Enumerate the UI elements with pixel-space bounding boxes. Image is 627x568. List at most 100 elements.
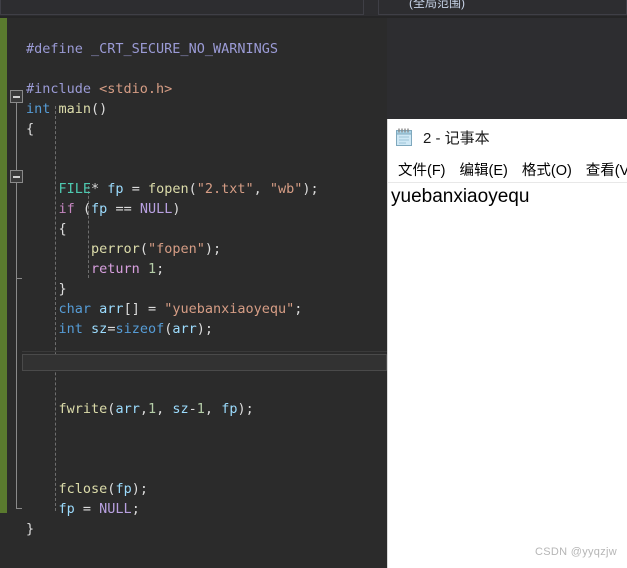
code-line: return 1;	[26, 259, 387, 279]
scope-dropdown-value: (全局范围)	[409, 0, 465, 10]
code-token: ()	[91, 101, 108, 117]
notepad-menu-item-1[interactable]: 编辑(E)	[453, 159, 515, 180]
code-line: int sz=sizeof(arr);	[26, 319, 387, 339]
notepad-icon	[394, 127, 415, 148]
code-token: fp	[91, 201, 108, 217]
code-token: ==	[107, 201, 140, 217]
code-token: fp	[58, 501, 75, 517]
code-token: }	[58, 281, 67, 297]
code-token: =	[74, 501, 100, 517]
code-token: "fopen"	[147, 241, 205, 257]
code-token: return	[91, 261, 140, 277]
notepad-menu-item-3[interactable]: 查看(V	[579, 159, 627, 180]
notepad-menu-item-0[interactable]: 文件(F)	[391, 159, 453, 180]
outline-guide-main	[16, 103, 17, 508]
outlining-margin[interactable]	[7, 18, 26, 568]
code-token: perror	[91, 241, 140, 257]
notepad-menu-item-2[interactable]: 格式(O)	[515, 159, 579, 180]
code-token: fwrite	[58, 401, 108, 417]
code-token: *	[91, 181, 108, 197]
code-token: #include	[26, 81, 100, 97]
code-token: arr	[115, 401, 140, 417]
code-line: fp = NULL;	[26, 499, 387, 519]
code-token: ,	[139, 401, 148, 417]
code-text[interactable]: #define _CRT_SECURE_NO_WARNINGS #include…	[26, 18, 387, 568]
code-line: perror("fopen");	[26, 239, 387, 259]
code-token: 1	[147, 261, 157, 277]
code-token: );	[237, 401, 254, 417]
code-token: if	[58, 201, 75, 217]
code-token: int	[58, 321, 83, 337]
code-token: );	[204, 241, 222, 257]
code-line: {	[26, 219, 387, 239]
code-line: }	[26, 279, 387, 299]
code-token: int	[26, 101, 51, 117]
collapse-toggle-if[interactable]	[10, 170, 23, 183]
watermark: CSDN @yyqzjw	[535, 546, 617, 558]
code-token: 1	[147, 401, 157, 417]
code-line: if (fp == NULL)	[26, 199, 387, 219]
code-token: ;	[131, 501, 140, 517]
code-token: {	[58, 221, 67, 237]
code-token: fclose	[58, 481, 108, 497]
code-token: =	[123, 181, 148, 197]
code-line: FILE* fp = fopen("2.txt", "wb");	[26, 179, 387, 199]
code-token: {	[26, 121, 35, 137]
code-line: int main()	[26, 99, 387, 119]
toolbar-separator	[0, 16, 627, 18]
code-token: [] =	[123, 301, 165, 317]
notepad-menubar[interactable]: 文件(F) 编辑(E) 格式(O) 查看(V	[388, 156, 627, 182]
code-token: NULL	[99, 501, 132, 517]
code-token: ;	[294, 301, 303, 317]
code-token: fp	[107, 181, 124, 197]
code-token: "wb"	[269, 181, 303, 197]
code-token: sizeof	[115, 321, 165, 337]
code-token: }	[26, 521, 35, 537]
code-token: -	[188, 401, 197, 417]
code-token: fopen	[147, 181, 189, 197]
code-token: sz	[91, 321, 108, 337]
code-editor-surface[interactable]: #define _CRT_SECURE_NO_WARNINGS #include…	[0, 18, 387, 568]
notepad-text-area[interactable]: yuebanxiaoyequ	[388, 183, 627, 568]
member-dropdown[interactable]	[0, 0, 364, 15]
code-line: char arr[] = "yuebanxiaoyequ";	[26, 299, 387, 319]
code-token: NULL	[139, 201, 173, 217]
visual-studio-editor-window: #define _CRT_SECURE_NO_WARNINGS #include…	[0, 0, 627, 568]
code-token: ,	[156, 401, 173, 417]
code-token: fp	[115, 481, 132, 497]
code-line: fwrite(arr,1, sz-1, fp);	[26, 399, 387, 419]
notepad-window[interactable]: 2 - 记事本 文件(F) 编辑(E) 格式(O) 查看(V yuebanxiaoye…	[387, 119, 627, 568]
collapse-toggle-main[interactable]	[10, 90, 23, 103]
notepad-document-text: yuebanxiaoyequ	[391, 186, 530, 207]
code-token: ,	[253, 181, 270, 197]
scope-dropdown[interactable]: (全局范围)	[378, 0, 627, 15]
code-token: _CRT_SECURE_NO_WARNINGS	[91, 41, 278, 57]
outline-guide-if	[16, 183, 17, 278]
code-token: ;	[156, 261, 165, 277]
notepad-titlebar[interactable]: 2 - 记事本	[388, 119, 627, 156]
code-token: (	[139, 241, 148, 257]
code-token: char	[58, 301, 92, 317]
code-line: fclose(fp);	[26, 479, 387, 499]
code-token: "yuebanxiaoyequ"	[164, 301, 295, 317]
code-token: ,	[204, 401, 222, 417]
code-token: "2.txt"	[196, 181, 254, 197]
code-token: <stdio.h>	[99, 81, 173, 97]
